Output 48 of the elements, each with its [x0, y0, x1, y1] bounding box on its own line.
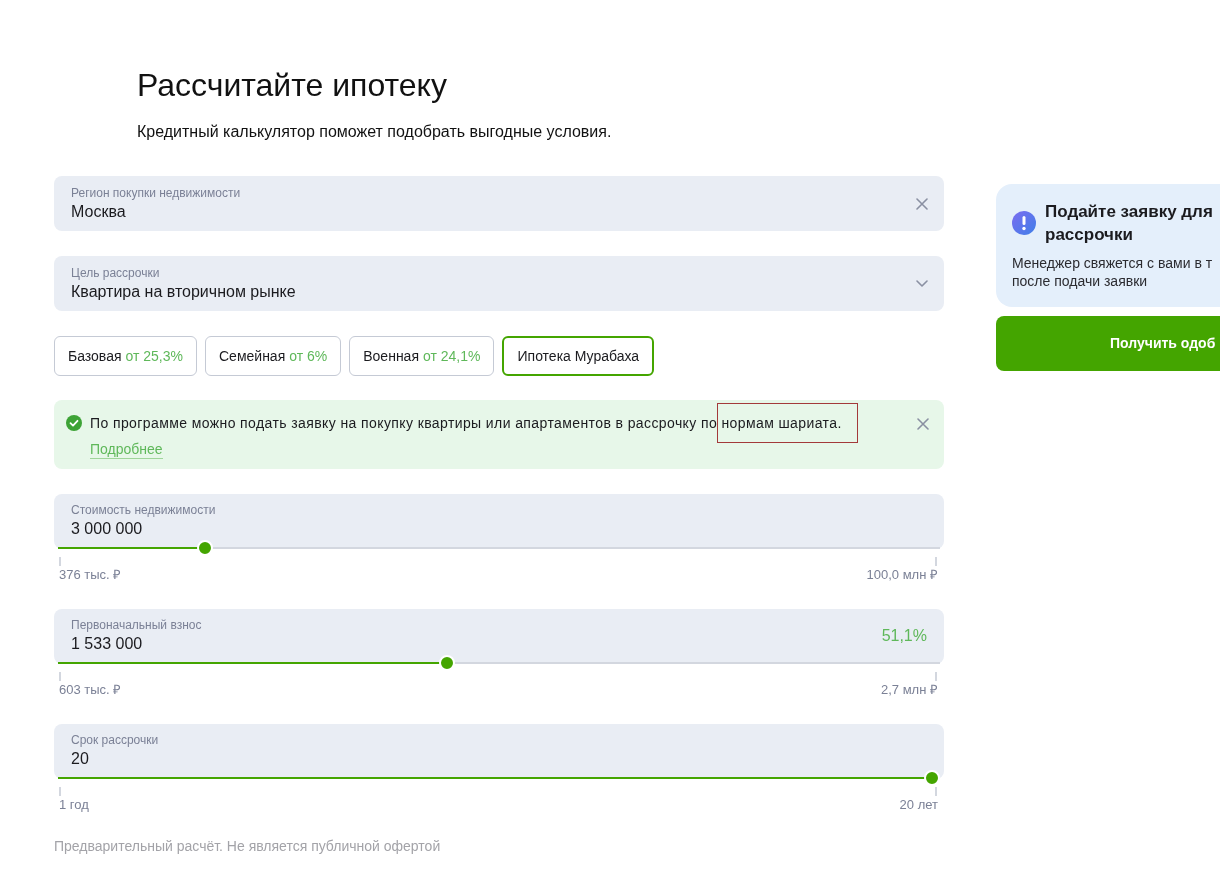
field-value: 1 533 000 — [71, 633, 144, 654]
banner-text: По программе можно подать заявку на покупку квартиры или апартаментов в рассрочку по нормам шариата. — [90, 414, 842, 433]
field-value: Квартира на вторичном рынке — [71, 282, 297, 302]
range-max-label: 2,7 млн ₽ — [881, 681, 938, 699]
field-label: Первоначальный взнос — [71, 616, 203, 633]
input-field[interactable]: Первоначальный взнос 1 533 000 51,1% — [54, 609, 944, 664]
slider-track[interactable] — [58, 540, 940, 556]
exclamation-circle-icon — [1012, 211, 1036, 235]
slider-track[interactable] — [58, 770, 940, 786]
slider-track[interactable] — [58, 655, 940, 671]
tick-mark-icon — [59, 672, 61, 681]
range-max-label: 20 лет — [899, 796, 938, 814]
program-option-button[interactable]: Ипотека Мурабаха — [502, 336, 655, 376]
disclaimer-text: Предварительный расчёт. Не является публичной офертой — [54, 837, 442, 856]
close-icon[interactable] — [917, 418, 929, 430]
range-min-label: 603 тыс. ₽ — [59, 681, 122, 699]
share-percent: 51,1% — [881, 625, 927, 646]
field-label: Цель рассрочки — [71, 265, 161, 281]
tick-mark-icon — [935, 672, 937, 681]
program-option-button[interactable]: Семейная от 6% — [205, 336, 342, 376]
select-field[interactable]: Цель рассрочки Квартира на вторичном рынке — [54, 256, 944, 311]
tick-mark-icon — [935, 557, 937, 566]
field-label: Регион покупки недвижимости — [71, 185, 242, 201]
card-title: Подайте заявку для рассрочки — [1045, 201, 1213, 246]
range-max-label: 100,0 млн ₽ — [866, 566, 938, 584]
field-label: Срок рассрочки — [71, 731, 160, 748]
slider-thumb[interactable] — [924, 770, 940, 786]
check-circle-icon — [66, 415, 82, 431]
chevron-down-icon[interactable] — [916, 280, 928, 287]
field-value: 20 — [71, 748, 90, 769]
range-min-label: 1 год — [59, 796, 89, 814]
page-title: Рассчитайте ипотеку — [137, 66, 447, 105]
clear-icon[interactable] — [916, 197, 928, 210]
tick-mark-icon — [59, 557, 61, 566]
input-field[interactable]: Регион покупки недвижимости Москва — [54, 176, 944, 231]
input-field[interactable]: Стоимость недвижимости 3 000 000 — [54, 494, 944, 549]
slider-thumb[interactable] — [439, 655, 456, 671]
field-label: Стоимость недвижимости — [71, 501, 217, 518]
page-subtitle: Кредитный калькулятор поможет подобрать выгодные условия. — [137, 122, 612, 142]
field-value: 3 000 000 — [71, 518, 144, 539]
input-field[interactable]: Срок рассрочки 20 — [54, 724, 944, 779]
card-description: Менеджер свяжется с вами в т после подачи заявки — [1012, 254, 1214, 290]
program-option-button[interactable]: Базовая от 25,3% — [54, 336, 197, 376]
range-min-label: 376 тыс. ₽ — [59, 566, 122, 584]
program-option-button[interactable]: Военная от 24,1% — [349, 336, 495, 376]
field-value: Москва — [71, 202, 127, 222]
tick-mark-icon — [59, 787, 61, 796]
tick-mark-icon — [935, 787, 937, 796]
